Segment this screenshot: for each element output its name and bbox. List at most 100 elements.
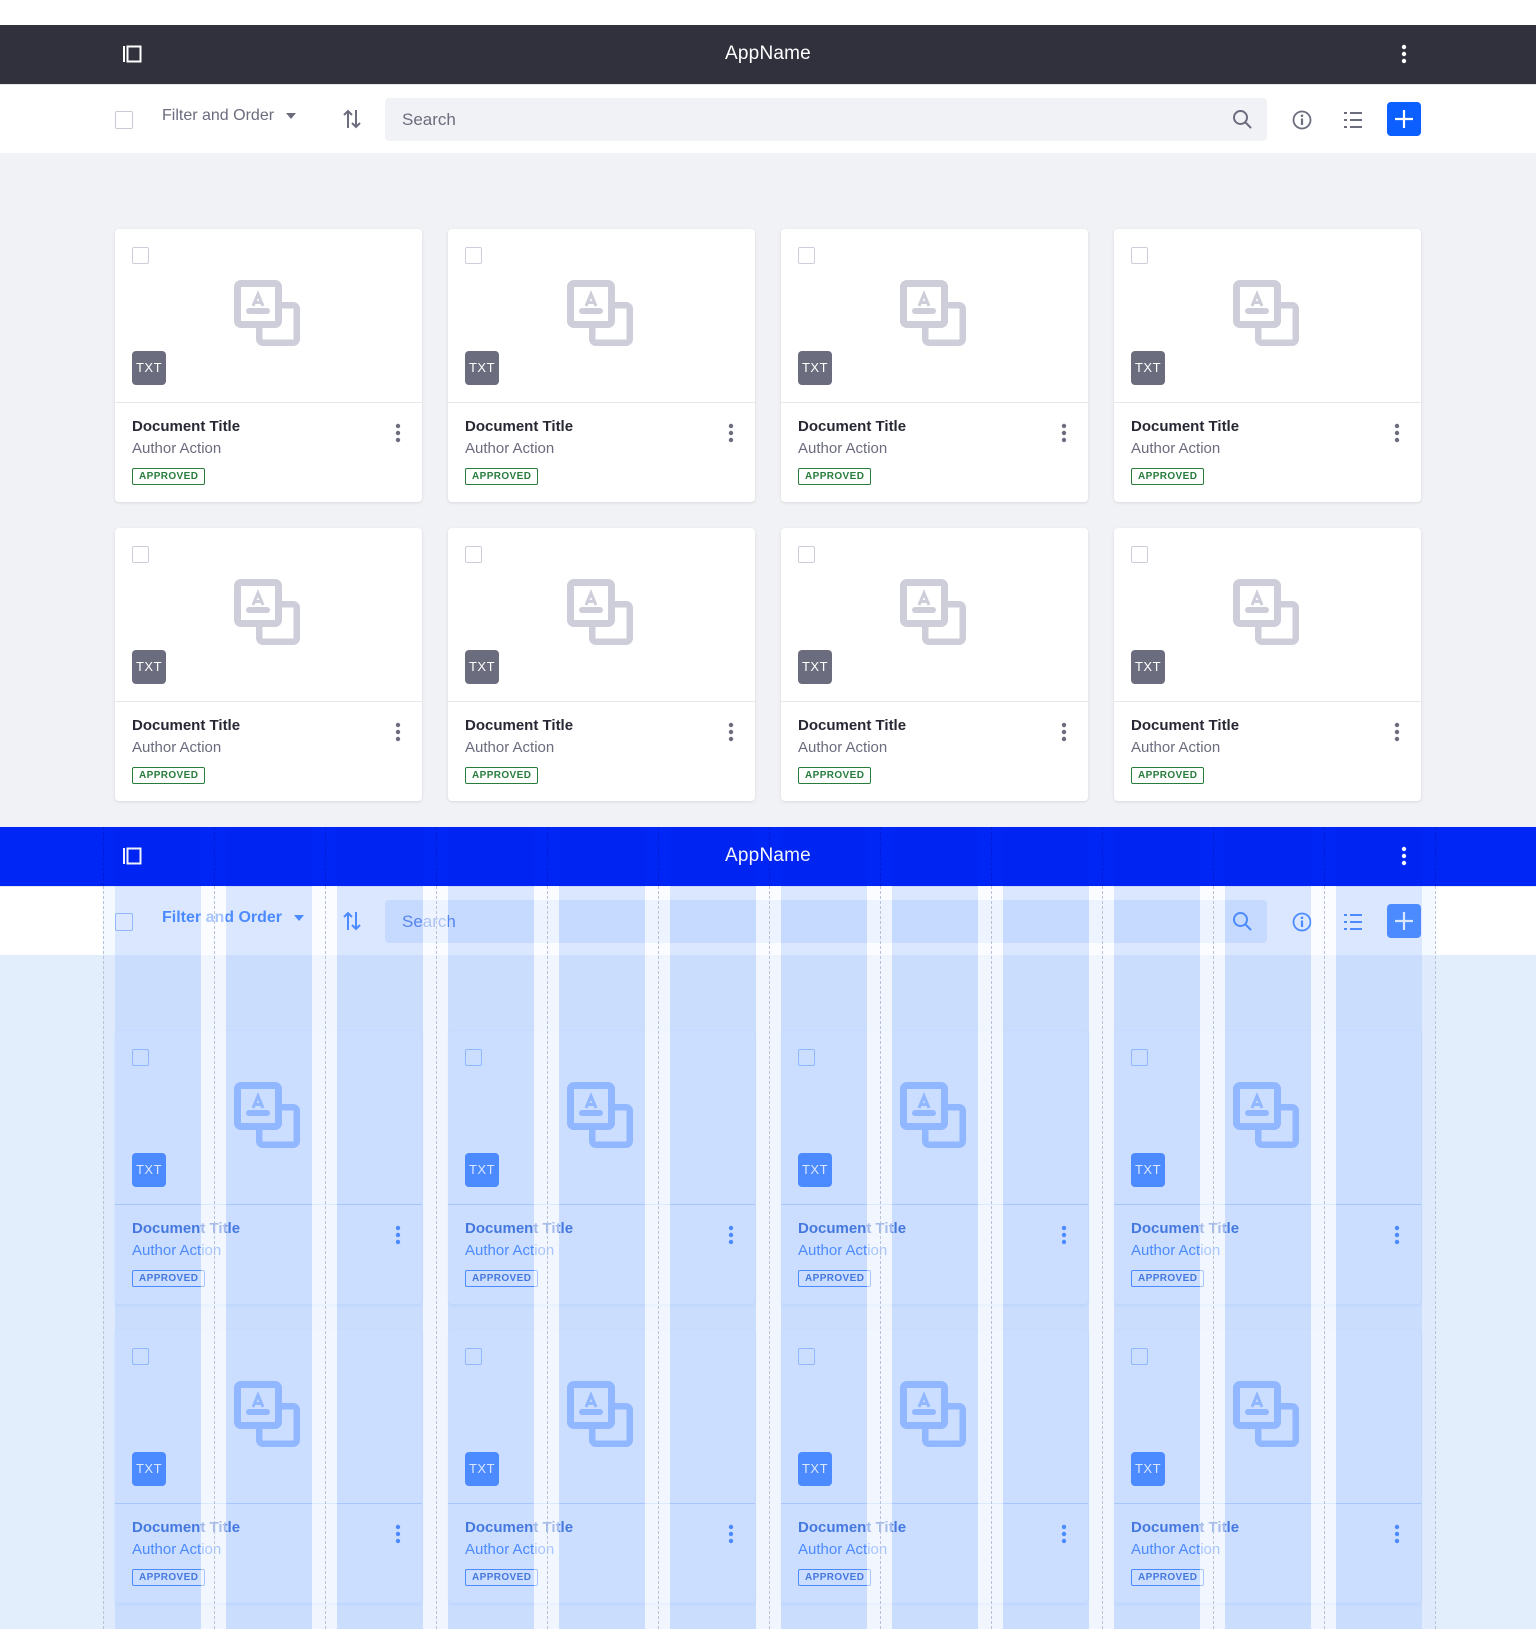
card-kebab-icon[interactable] [725, 1523, 737, 1545]
card-checkbox[interactable] [132, 247, 149, 264]
search-input[interactable] [385, 98, 1222, 141]
document-card[interactable]: TXT Document Title Author Action APPROVE… [115, 1330, 422, 1603]
card-kebab-icon[interactable] [1391, 1224, 1403, 1246]
card-checkbox[interactable] [798, 1049, 815, 1066]
card-kebab-icon[interactable] [1391, 1523, 1403, 1545]
card-title[interactable]: Document Title [465, 418, 573, 435]
card-title[interactable]: Document Title [798, 1220, 906, 1237]
card-title[interactable]: Document Title [1131, 418, 1239, 435]
management-toolbar: Filter and Order [0, 84, 1536, 153]
document-card[interactable]: TXT Document Title Author Action APPROVE… [448, 528, 755, 801]
document-card[interactable]: TXT Document Title Author Action APPROVE… [781, 528, 1088, 801]
card-checkbox[interactable] [1131, 1049, 1148, 1066]
card-title[interactable]: Document Title [1131, 717, 1239, 734]
filter-and-order-dropdown[interactable]: Filter and Order [162, 909, 305, 927]
card-kebab-icon[interactable] [725, 1224, 737, 1246]
status-badge: APPROVED [1131, 1569, 1205, 1586]
card-checkbox[interactable] [465, 247, 482, 264]
card-checkbox[interactable] [132, 1348, 149, 1365]
kebab-icon[interactable] [1396, 845, 1412, 867]
document-card[interactable]: TXT Document Title Author Action APPROVE… [781, 229, 1088, 502]
card-kebab-icon[interactable] [1391, 721, 1403, 743]
card-subtitle: Author Action [132, 1541, 222, 1558]
select-all-checkbox[interactable] [115, 111, 133, 129]
document-card[interactable]: TXT Document Title Author Action APPROVE… [115, 528, 422, 801]
card-kebab-icon[interactable] [392, 422, 404, 444]
card-checkbox[interactable] [1131, 1348, 1148, 1365]
card-title[interactable]: Document Title [132, 1220, 240, 1237]
add-button[interactable] [1387, 102, 1421, 136]
card-grid: TXT Document Title Author Action APPROVE… [0, 955, 1536, 1629]
list-view-icon[interactable] [1343, 912, 1363, 932]
document-card[interactable]: TXT Document Title Author Action APPROVE… [1114, 1031, 1421, 1304]
card-kebab-icon[interactable] [1391, 422, 1403, 444]
card-title[interactable]: Document Title [132, 717, 240, 734]
card-kebab-icon[interactable] [725, 422, 737, 444]
card-checkbox[interactable] [798, 247, 815, 264]
document-placeholder-icon [900, 280, 966, 346]
card-checkbox[interactable] [798, 1348, 815, 1365]
document-card[interactable]: TXT Document Title Author Action APPROVE… [448, 1330, 755, 1603]
card-checkbox[interactable] [1131, 247, 1148, 264]
card-checkbox[interactable] [1131, 546, 1148, 563]
search-input[interactable] [385, 900, 1222, 943]
status-badge: APPROVED [465, 1569, 539, 1586]
file-type-sticker: TXT [798, 1452, 832, 1486]
card-title[interactable]: Document Title [465, 1519, 573, 1536]
card-subtitle: Author Action [132, 1242, 222, 1259]
card-checkbox[interactable] [465, 546, 482, 563]
card-media: TXT [1114, 229, 1421, 403]
select-all-checkbox[interactable] [115, 913, 133, 931]
document-placeholder-icon [1233, 1381, 1299, 1447]
add-button[interactable] [1387, 904, 1421, 938]
document-card[interactable]: TXT Document Title Author Action APPROVE… [781, 1031, 1088, 1304]
card-kebab-icon[interactable] [392, 1224, 404, 1246]
card-checkbox[interactable] [798, 546, 815, 563]
card-media: TXT [448, 229, 755, 403]
file-type-sticker: TXT [132, 1452, 166, 1486]
card-title[interactable]: Document Title [132, 1519, 240, 1536]
sort-arrows-icon[interactable] [342, 910, 362, 932]
card-kebab-icon[interactable] [392, 1523, 404, 1545]
file-type-sticker: TXT [1131, 351, 1165, 385]
sort-arrows-icon[interactable] [342, 108, 362, 130]
card-kebab-icon[interactable] [1058, 422, 1070, 444]
search-icon[interactable] [1232, 911, 1252, 931]
card-checkbox[interactable] [465, 1348, 482, 1365]
card-kebab-icon[interactable] [392, 721, 404, 743]
card-kebab-icon[interactable] [725, 721, 737, 743]
card-media: TXT [1114, 1330, 1421, 1504]
card-title[interactable]: Document Title [798, 1519, 906, 1536]
card-title[interactable]: Document Title [465, 717, 573, 734]
card-kebab-icon[interactable] [1058, 721, 1070, 743]
card-checkbox[interactable] [132, 1049, 149, 1066]
document-card[interactable]: TXT Document Title Author Action APPROVE… [781, 1330, 1088, 1603]
document-card[interactable]: TXT Document Title Author Action APPROVE… [115, 229, 422, 502]
card-checkbox[interactable] [465, 1049, 482, 1066]
card-title[interactable]: Document Title [798, 717, 906, 734]
document-card[interactable]: TXT Document Title Author Action APPROVE… [1114, 528, 1421, 801]
card-checkbox[interactable] [132, 546, 149, 563]
status-badge: APPROVED [132, 1270, 206, 1287]
plus-icon [1395, 912, 1413, 930]
card-kebab-icon[interactable] [1058, 1224, 1070, 1246]
card-title[interactable]: Document Title [1131, 1519, 1239, 1536]
card-title[interactable]: Document Title [1131, 1220, 1239, 1237]
card-title[interactable]: Document Title [465, 1220, 573, 1237]
document-card[interactable]: TXT Document Title Author Action APPROVE… [1114, 229, 1421, 502]
card-title[interactable]: Document Title [798, 418, 906, 435]
filter-and-order-dropdown[interactable]: Filter and Order [162, 107, 297, 125]
list-view-icon[interactable] [1343, 110, 1363, 130]
document-card[interactable]: TXT Document Title Author Action APPROVE… [448, 1031, 755, 1304]
document-card[interactable]: TXT Document Title Author Action APPROVE… [115, 1031, 422, 1304]
document-placeholder-icon [567, 280, 633, 346]
search-bar [385, 900, 1267, 943]
search-icon[interactable] [1232, 109, 1252, 129]
card-kebab-icon[interactable] [1058, 1523, 1070, 1545]
info-icon[interactable] [1292, 912, 1312, 932]
document-card[interactable]: TXT Document Title Author Action APPROVE… [1114, 1330, 1421, 1603]
document-card[interactable]: TXT Document Title Author Action APPROVE… [448, 229, 755, 502]
card-title[interactable]: Document Title [132, 418, 240, 435]
info-icon[interactable] [1292, 110, 1312, 130]
kebab-icon[interactable] [1396, 43, 1412, 65]
